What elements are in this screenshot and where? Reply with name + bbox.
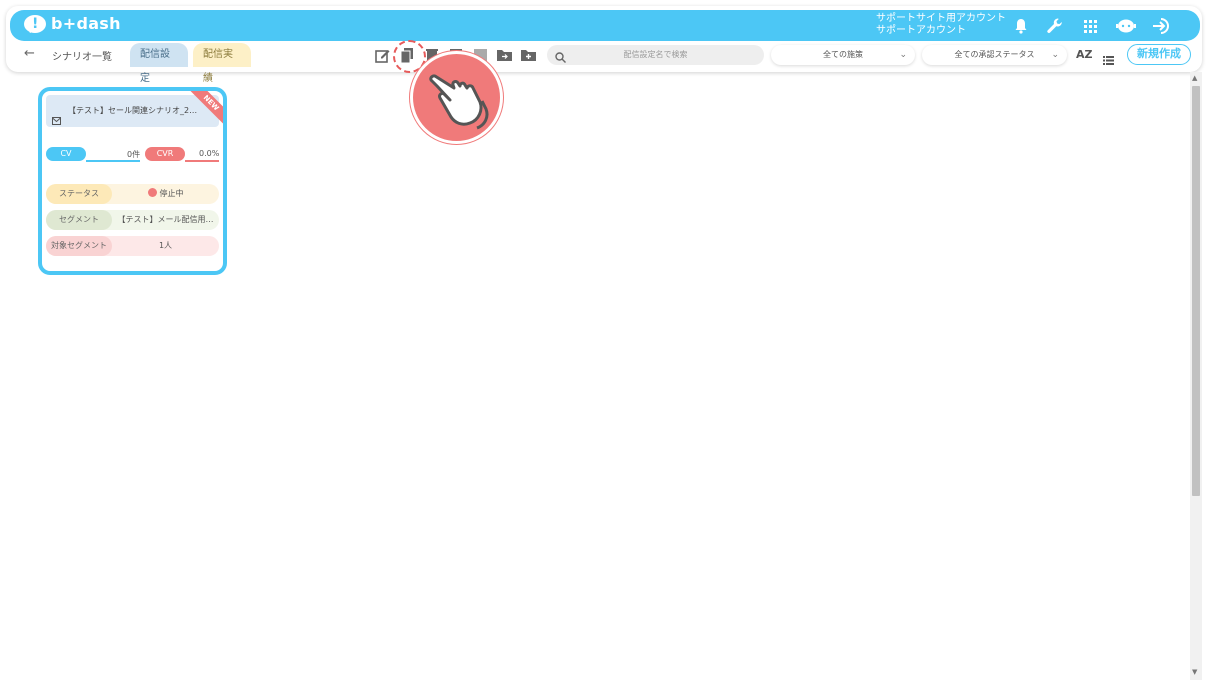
add-folder-icon[interactable] [520,47,536,63]
segment-row: セグメント 【テスト】メール配信用… [46,210,219,230]
new-create-button[interactable]: 新規作成 [1127,44,1191,65]
policy-filter-value: 全ての施策 [823,50,863,59]
search-input[interactable]: 配信設定名で検索 [547,45,764,65]
logo-bubble-icon: ! [24,14,46,33]
scenario-card[interactable]: 【テスト】セール関連シナリオ_2… NEW CV 0件 CVR 0.0% ステー… [38,87,227,275]
status-label: ステータス [46,184,112,204]
status-row: ステータス 停止中 [46,184,219,204]
cv-underline [86,160,140,162]
cvr-label: CVR [145,147,185,161]
account-user: サポートアカウント [876,25,966,36]
account-info[interactable]: サポートサイト用アカウント サポートアカウント [876,13,1006,37]
chevron-down-icon: ⌄ [1051,50,1059,60]
card-title-text: 【テスト】セール関連シナリオ_2… [68,106,198,115]
cvr-underline [185,160,219,162]
brand-logo[interactable]: ! b+dash [24,14,121,33]
breadcrumb-scenario-list[interactable]: シナリオ一覧 [52,48,112,63]
target-segment-row: 対象セグメント 1人 [46,236,219,256]
status-filter-select[interactable]: 全ての承認ステータス ⌄ [922,45,1067,65]
cvr-value: 0.0% [199,149,220,158]
tab-delivery-settings[interactable]: 配信設定 [130,43,188,84]
cv-value: 0件 [127,150,141,159]
chat-bot-icon[interactable] [1115,15,1137,37]
tab-delivery-results[interactable]: 配信実績 [193,43,251,84]
status-value-text: 停止中 [159,189,184,198]
chevron-down-icon: ⌄ [899,50,907,60]
sort-az-icon[interactable]: AZ [1076,48,1093,61]
wrench-icon[interactable] [1044,15,1066,37]
list-view-icon[interactable] [1103,50,1114,69]
status-value: 停止中 [112,184,219,204]
pause-icon [147,188,157,197]
segment-label: セグメント [46,210,112,230]
bell-icon[interactable] [1010,15,1032,37]
scroll-up-icon[interactable]: ▲ [1192,74,1197,82]
cv-label: CV [46,147,86,161]
mail-icon [52,107,61,127]
target-segment-label: 対象セグメント [46,236,112,256]
scroll-down-icon[interactable]: ▼ [1192,668,1197,676]
card-title[interactable]: 【テスト】セール関連シナリオ_2… [46,95,219,127]
toolbar: ← シナリオ一覧 配信設定 配信実績 配信設定名で検索 全ての施策 ⌄ 全ての承… [10,43,1200,84]
status-filter-value: 全ての承認ステータス [954,50,1035,59]
logout-icon[interactable] [1151,15,1173,37]
pointer-hand-icon [410,51,503,144]
back-arrow-icon[interactable]: ← [24,46,35,61]
segment-value: 【テスト】メール配信用… [117,215,214,224]
top-header: ! b+dash サポートサイト用アカウント サポートアカウント [10,10,1200,41]
target-segment-value: 1人 [158,241,173,250]
scrollbar-thumb[interactable] [1192,86,1200,496]
apps-grid-icon[interactable] [1079,15,1101,37]
account-name: サポートサイト用アカウント [876,13,1006,24]
edit-icon[interactable] [374,47,390,63]
brand-name: b+dash [51,14,121,33]
policy-filter-select[interactable]: 全ての施策 ⌄ [771,45,915,65]
search-placeholder: 配信設定名で検索 [623,50,688,59]
